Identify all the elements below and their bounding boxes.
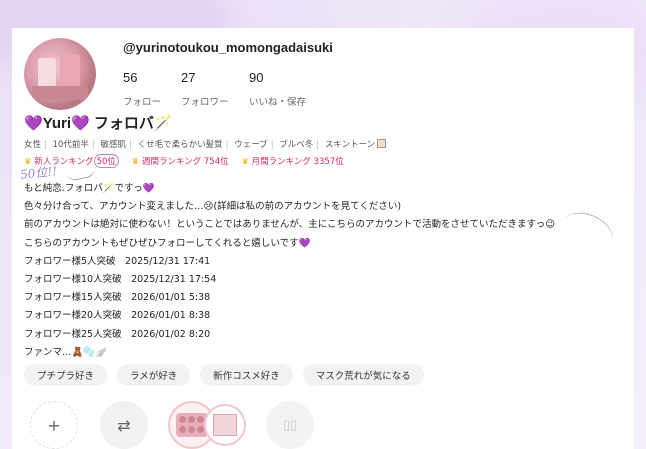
followers-label[interactable]: フォロワー (181, 94, 229, 108)
display-name: 💜Yuri💜 フォロバ🪄 (24, 115, 173, 132)
tag: くせ毛で柔らかい髪質 (137, 140, 223, 150)
bio-line: 前のアカウントは絶対に使わない！ということではありませんが、主にこちらのアカウン… (24, 219, 556, 231)
tag: ウェーブ (234, 140, 268, 150)
plus-icon: + (47, 415, 61, 435)
tag: ブルベ冬 (279, 140, 314, 150)
handwritten-arrow (552, 204, 620, 264)
bio-line: フォロワー様20人突破 2026/01/01 8:38 (24, 310, 211, 322)
avatar[interactable] (24, 38, 96, 110)
tag: 女性 (24, 140, 42, 150)
tag: 10代前半 (52, 140, 89, 150)
bio-line: こちらのアカウントもぜひぜひフォローしてくれると嬉しいです💜 (24, 237, 311, 249)
likes-label[interactable]: いいね・保存 (249, 94, 306, 108)
profile-tags: 女性 | 10代前半 | 敏感肌 | くせ毛で柔らかい髪質 | ウェーブ | ブルベ冬 | … (24, 138, 387, 150)
add-button[interactable]: + (30, 401, 78, 449)
swap-icon: ⇄ (117, 415, 131, 435)
ranking-monthly[interactable]: ♛ 月間ランキング 3357位 (241, 155, 343, 167)
profile-card: @yurinotoukou_momongadaisuki 56 27 90 フォ… (12, 28, 634, 449)
likes-count[interactable]: 90 (249, 70, 263, 85)
interest-chip[interactable]: ラメが好き (117, 364, 191, 386)
rankings: ♛ 新人ランキング 50位 ♛ 週間ランキング 754位 ♛ 月間ランキング 33… (24, 154, 354, 168)
tag: 敏感肌 (100, 140, 127, 150)
interest-chip[interactable]: マスク荒れが気になる (302, 364, 424, 386)
followers-count[interactable]: 27 (181, 70, 195, 85)
following-label[interactable]: フォロー (123, 94, 161, 108)
skin-tone-swatch (377, 139, 387, 148)
interest-chip[interactable]: プチプラ好き (24, 364, 108, 386)
username: @yurinotoukou_momongadaisuki (123, 40, 333, 55)
tag: スキントーン (324, 140, 376, 150)
crown-icon: ♛ (131, 157, 140, 167)
bio-line: フォロワー様10人突破 2025/12/31 17:54 (24, 274, 217, 286)
cosmetic-placeholder-icon[interactable]: ▯▯ (266, 401, 314, 449)
product-thumbnail[interactable] (204, 404, 246, 446)
crown-icon: ♛ (241, 157, 249, 167)
bio-line: フォロワー様25人突破 2026/01/02 8:20 (24, 328, 211, 340)
bio-line: ファンマ…🧸🫧🪽 (24, 346, 107, 358)
bio-line: もと純恋.フォロバ🪄ですっ💜 (24, 183, 155, 194)
bio-line: フォロワー様5人突破 2025/12/31 17:41 (24, 255, 211, 267)
bio-line: 色々分け合って、アカウント変えました…😢(詳細は私の前のアカウントを見てください… (24, 201, 402, 213)
bio: もと純恋.フォロバ🪄ですっ💜 色々分け合って、アカウント変えました…😢(詳細は私… (24, 180, 555, 362)
ranking-weekly[interactable]: ♛ 週間ランキング 754位 (132, 155, 229, 167)
swap-button[interactable]: ⇄ (100, 401, 148, 449)
following-count[interactable]: 56 (123, 70, 137, 85)
heart-icon: 💜 (24, 115, 43, 132)
interest-chip[interactable]: 新作コスメ好き (200, 364, 293, 386)
interest-chips: プチプラ好き ラメが好き 新作コスメ好き マスク荒れが気になる (24, 364, 424, 386)
product-image (213, 414, 237, 436)
bio-line: フォロワー様15人突破 2026/01/01 5:38 (24, 292, 211, 304)
